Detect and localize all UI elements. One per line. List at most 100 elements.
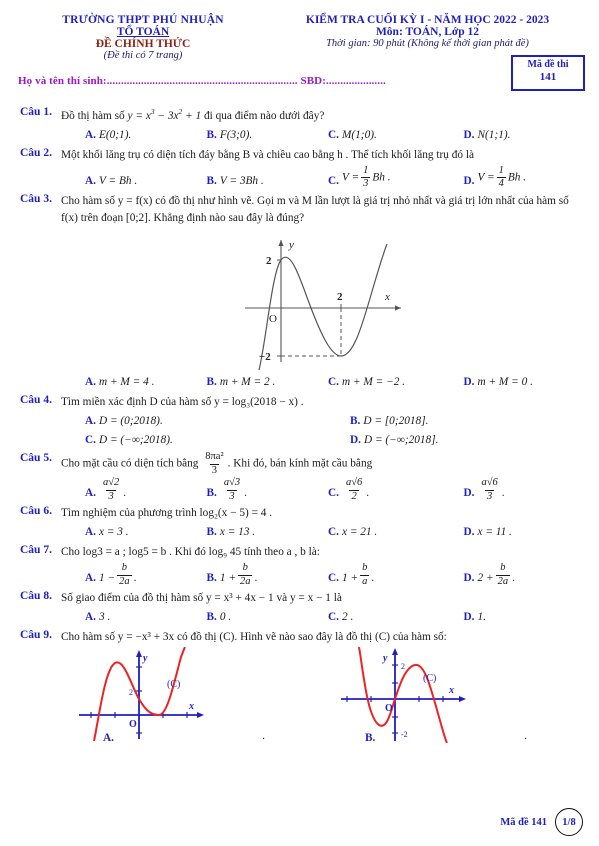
option-7c[interactable]: C. 1 + b a. xyxy=(328,562,450,587)
question-9-body: Cho hàm số y = −x³ + 3x có đồ thị (C). H… xyxy=(61,629,585,749)
option-5a[interactable]: A. a√2 3. xyxy=(61,478,207,502)
page-footer: Mã đề 141 1/8 xyxy=(500,808,583,836)
option-5b-den: 3 xyxy=(227,489,237,502)
option-1b-label: B. xyxy=(206,128,217,141)
question-3-body: Cho hàm số y = f(x) có đồ thị như hình v… xyxy=(61,193,585,392)
option-8d[interactable]: D. 1. xyxy=(450,609,586,626)
option-5c-period: . xyxy=(366,487,370,500)
option-4c[interactable]: C. D = (−∞;2018). xyxy=(61,432,320,449)
option-8c[interactable]: C. 2 . xyxy=(328,609,450,626)
option-4d[interactable]: D. D = (−∞;2018]. xyxy=(320,432,585,449)
svg-text:(C): (C) xyxy=(423,673,436,684)
option-6a-text: x = 3 . xyxy=(98,526,129,539)
option-8c-text: 2 . xyxy=(341,610,354,623)
svg-text:2: 2 xyxy=(401,662,405,671)
cubic-graph-a-svg: y x O 2 (C) xyxy=(79,646,204,742)
option-6a[interactable]: A. x = 3 . xyxy=(61,524,207,541)
option-8b[interactable]: B. 0 . xyxy=(207,609,329,626)
option-1b-text: F(3;0). xyxy=(219,128,253,141)
question-4-stem: Tìm miền xác định D của hàm số y = log₃(… xyxy=(61,396,304,409)
option-2b[interactable]: B. V = 3Bh . xyxy=(207,166,329,190)
option-8a-label: A. xyxy=(85,610,96,623)
option-7c-label: C. xyxy=(328,572,339,585)
question-4-options-row1: A. D = (0;2018). B. D = [0;2018]. xyxy=(61,413,585,430)
option-6b-label: B. xyxy=(206,526,217,539)
option-1d-label: D. xyxy=(463,128,475,141)
question-5-number: Câu 5. xyxy=(20,452,52,465)
school-name: TRƯỜNG THPT PHÚ NHUẬN xyxy=(62,14,224,26)
option-7c-num: b xyxy=(362,562,368,574)
option-4b-text: D = [0;2018]. xyxy=(363,415,429,428)
option-5b-num: a√3 xyxy=(223,477,241,489)
option-3d[interactable]: D. m + M = 0 . xyxy=(450,374,586,391)
question-9-figure-b[interactable]: y x O 2 -2 (C) B. . xyxy=(323,646,585,749)
option-1b[interactable]: B. F(3;0). xyxy=(207,127,329,144)
option-3a[interactable]: A. m + M = 4 . xyxy=(61,374,207,391)
option-1a-label: A. xyxy=(85,128,96,141)
option-5a-label: A. xyxy=(85,487,96,500)
question-2-options: A. V = Bh . B. V = 3Bh . C. V = 1 3 Bh . D. V =… xyxy=(61,164,586,190)
question-4-body: Tìm miền xác định D của hàm số y = log₃(… xyxy=(61,394,585,449)
option-6d-text: x = 11 . xyxy=(477,526,512,539)
option-6d[interactable]: D. x = 11 . xyxy=(450,524,586,541)
option-8a[interactable]: A. 3 . xyxy=(61,609,207,626)
option-7b[interactable]: B. 1 + b 2a. xyxy=(207,562,329,587)
question-3-stem: Cho hàm số y = f(x) có đồ thị như hình v… xyxy=(61,194,569,224)
question-1-stem: Đồ thị hàm số y = x3 − 3x2 + 1 đi qua đi… xyxy=(61,106,585,125)
option-4a[interactable]: A. D = (0;2018). xyxy=(61,413,320,430)
option-3d-text: m + M = 0 . xyxy=(477,376,533,389)
option-2c-text: V = 1 3 Bh . xyxy=(341,164,391,190)
option-4b[interactable]: B. D = [0;2018]. xyxy=(320,413,585,430)
question-8-options: A. 3 . B. 0 . C. 2 . D. 1. xyxy=(61,609,585,626)
option-5c-label: C. xyxy=(328,487,339,500)
option-6b[interactable]: B. x = 13 . xyxy=(207,524,329,541)
option-8d-text: 1. xyxy=(477,610,486,623)
option-1a[interactable]: A. E(0;1). xyxy=(61,127,207,144)
option-1d[interactable]: D. N(1;1). xyxy=(450,127,586,144)
footer-exam-code: Mã đề 141 xyxy=(500,816,547,828)
option-4d-label: D. xyxy=(350,434,361,447)
question-9-number: Câu 9. xyxy=(20,628,52,641)
option-3c[interactable]: C. m + M = −2 . xyxy=(328,374,450,391)
option-5c-den: 2 xyxy=(349,489,359,502)
option-3c-text: m + M = −2 . xyxy=(341,376,406,389)
question-7-number: Câu 7. xyxy=(20,544,52,557)
option-3b-text: m + M = 2 . xyxy=(219,376,276,389)
option-5a-period: . xyxy=(123,487,127,500)
exam-code-value: 141 xyxy=(539,70,557,83)
option-4a-label: A. xyxy=(85,415,96,428)
option-1c[interactable]: C. M(1;0). xyxy=(328,127,450,144)
option-7a[interactable]: A. 1 − b 2a. xyxy=(61,562,207,587)
option-2a[interactable]: A. V = Bh . xyxy=(61,166,207,190)
option-7a-den: 2a xyxy=(117,574,132,587)
option-5c[interactable]: C. a√6 2. xyxy=(328,478,450,502)
question-6-body: Tìm nghiệm của phương trình log₂(x − 5) … xyxy=(61,505,585,541)
question-7: Câu 7. Cho log3 = a ; log5 = b . Khi đó … xyxy=(14,544,585,587)
option-7d[interactable]: D. 2 + b 2a. xyxy=(450,562,586,587)
exam-page: TRƯỜNG THPT PHÚ NHUẬN TỔ TOÁN ĐỀ CHÍNH T… xyxy=(0,0,599,846)
question-5-options: A. a√2 3. B. a√3 3. C. a√6 2. D. a√6 3. xyxy=(61,478,585,502)
question-9-figure-a[interactable]: y x O 2 (C) A. . xyxy=(61,646,323,749)
option-3b-label: B. xyxy=(206,376,217,389)
question-6: Câu 6. Tìm nghiệm của phương trình log₂(… xyxy=(14,505,585,541)
option-2d-text: V = 1 4 Bh . xyxy=(477,164,527,190)
exam-code-label: Mã đề thi xyxy=(527,59,569,70)
svg-text:2: 2 xyxy=(129,688,133,697)
option-2b-label: B. xyxy=(206,174,217,187)
option-1c-label: C. xyxy=(328,128,339,141)
question-7-body: Cho log3 = a ; log5 = b . Khi đó log₉ 45… xyxy=(61,544,585,587)
option-2a-text: V = Bh . xyxy=(98,174,138,187)
option-3a-text: m + M = 4 . xyxy=(98,376,155,389)
option-3b[interactable]: B. m + M = 2 . xyxy=(207,374,329,391)
option-2c[interactable]: C. V = 1 3 Bh . xyxy=(328,164,450,190)
svg-text:(C): (C) xyxy=(167,679,180,690)
option-6c-label: C. xyxy=(328,526,339,539)
question-3-figure: 2 −2 2 O y x xyxy=(61,230,585,372)
option-1a-text: E(0;1). xyxy=(98,128,132,141)
option-6c[interactable]: C. x = 21 . xyxy=(328,524,450,541)
option-5d[interactable]: D. a√6 3. xyxy=(450,478,586,502)
option-2d[interactable]: D. V = 1 4 Bh . xyxy=(450,164,586,190)
question-6-stem: Tìm nghiệm của phương trình log₂(x − 5) … xyxy=(61,507,273,520)
question-6-number: Câu 6. xyxy=(20,505,52,518)
option-5b[interactable]: B. a√3 3. xyxy=(207,478,329,502)
